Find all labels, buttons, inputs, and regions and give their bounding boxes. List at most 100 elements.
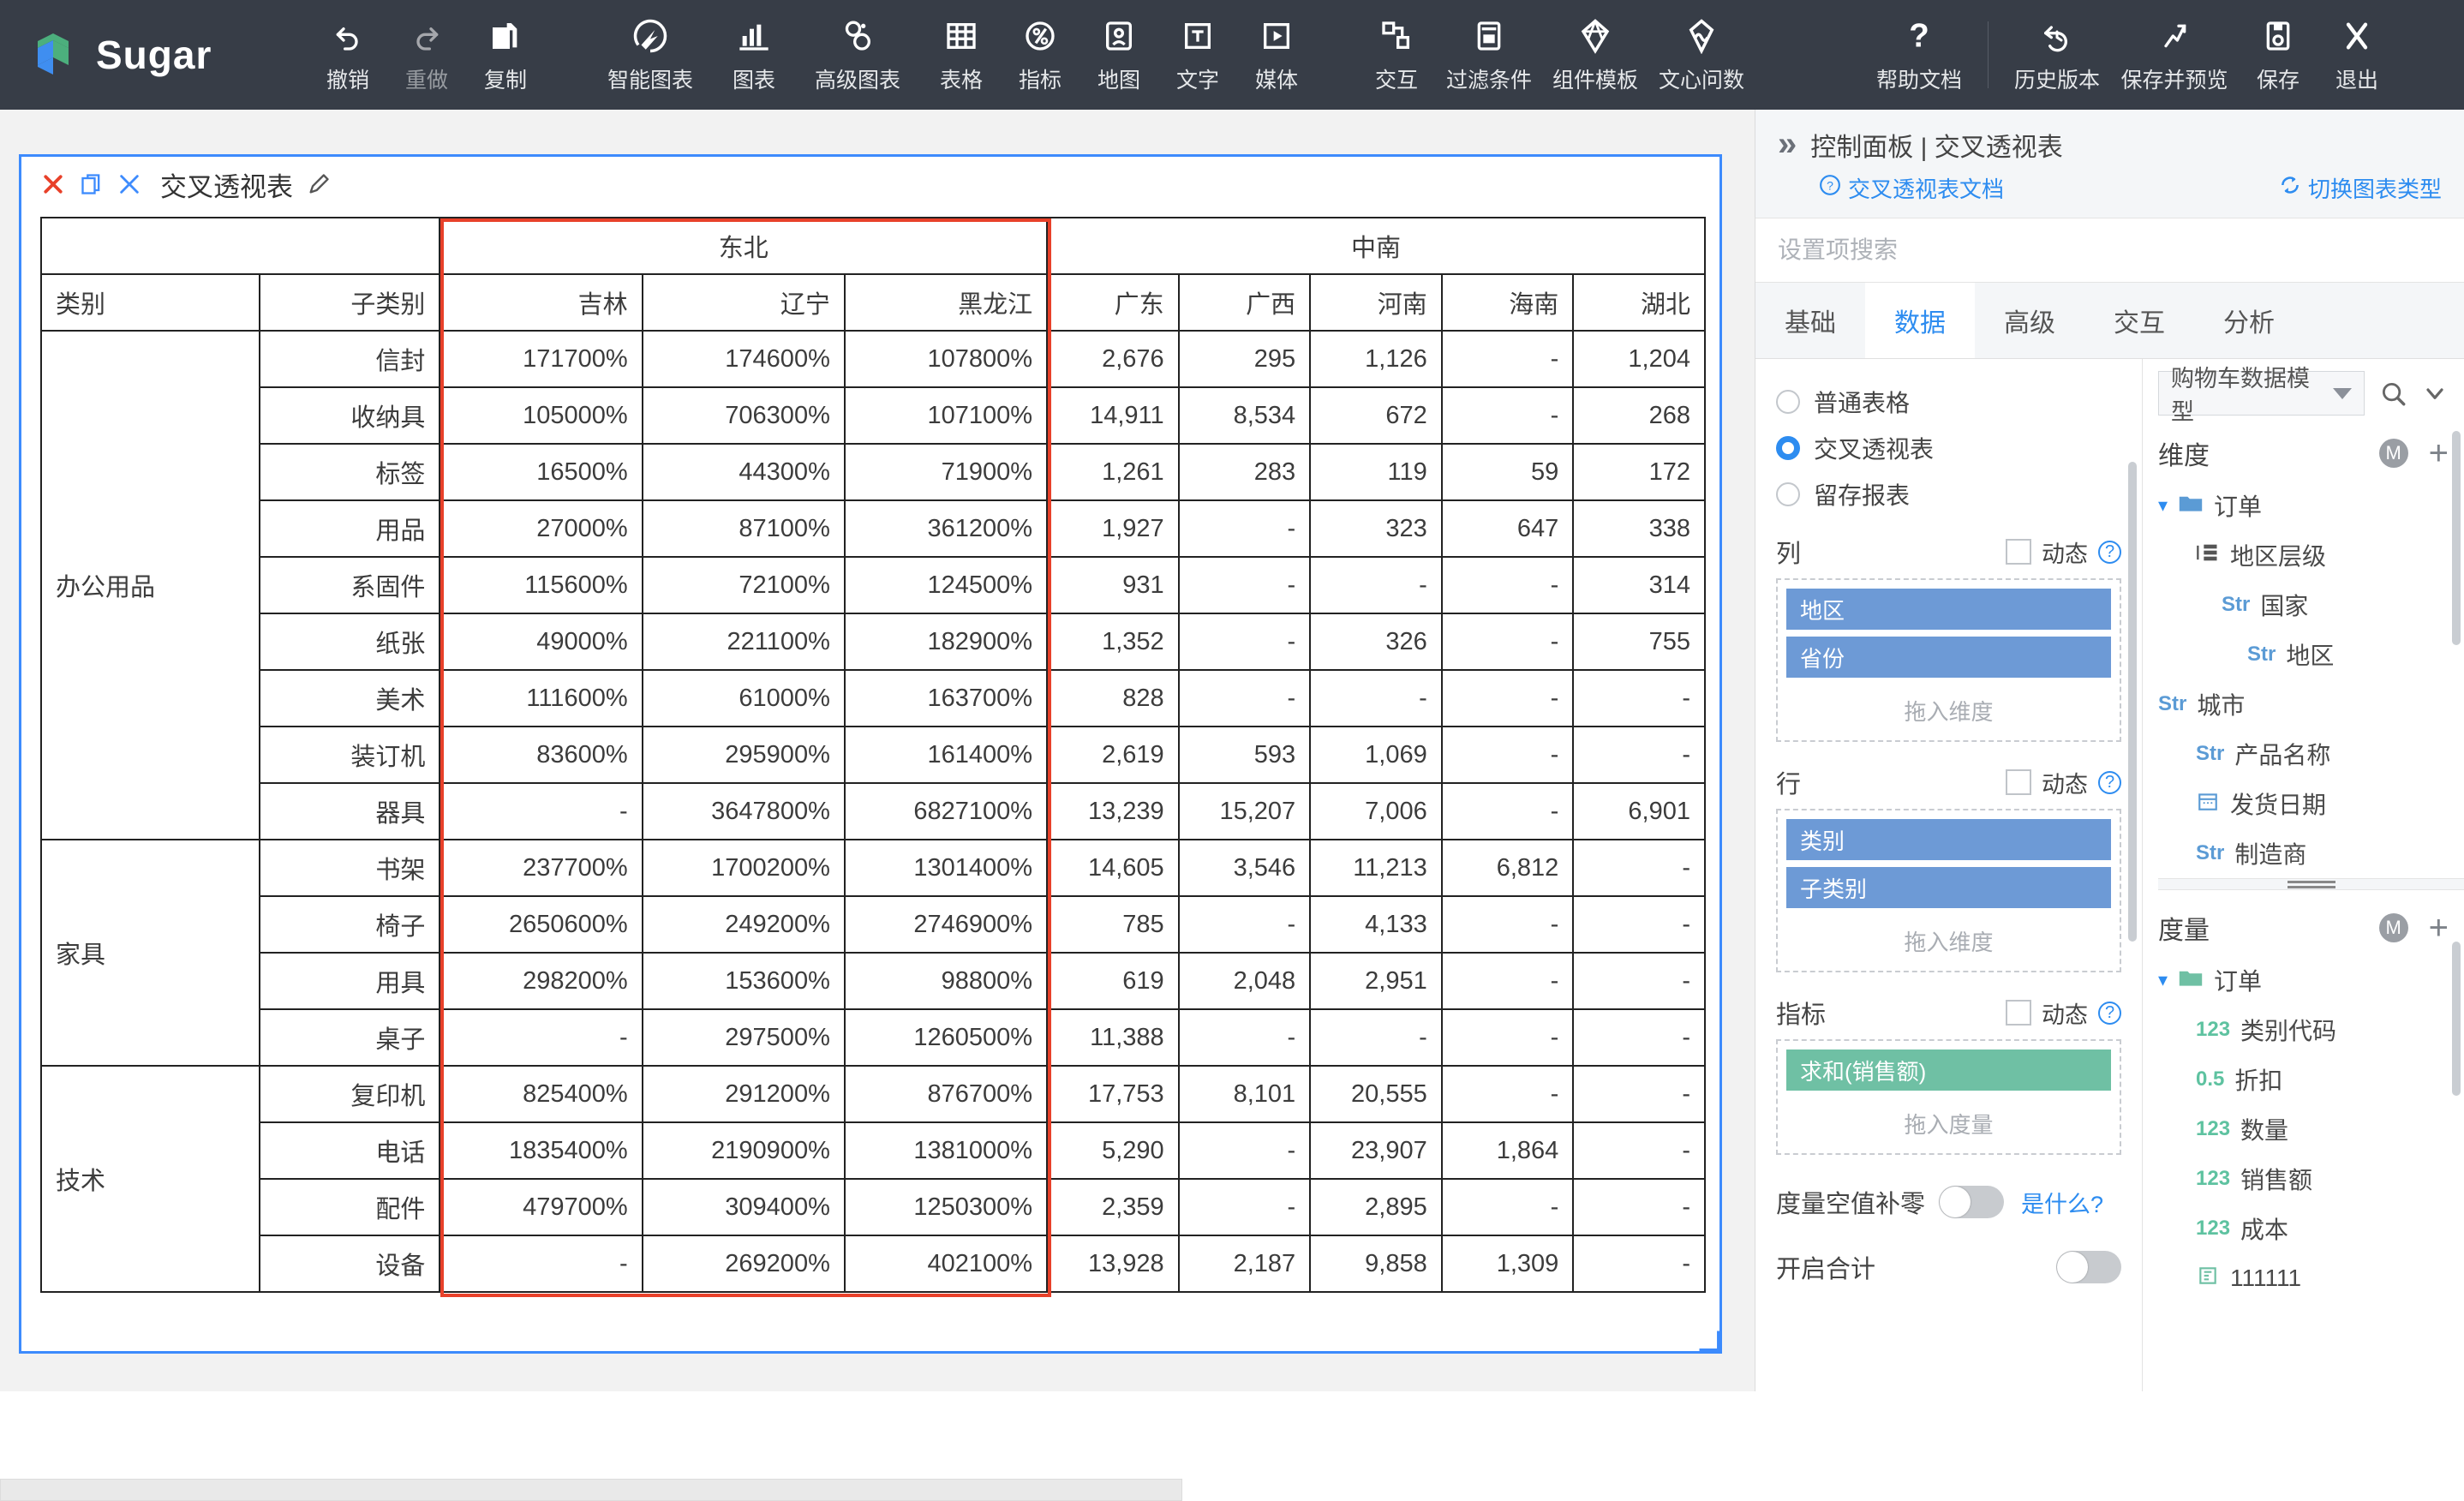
toolbar-button-map[interactable]: 地图 [1079,0,1158,110]
value-cell[interactable]: 13,239 [1046,782,1180,840]
column-group-dongbei[interactable]: 东北 [439,217,1049,275]
value-cell[interactable]: 163700% [843,669,1049,727]
subcategory-cell[interactable]: 用具 [259,952,441,1010]
value-cell[interactable]: - [1572,1235,1706,1293]
value-cell[interactable]: 71900% [843,443,1049,501]
add-dimension-icon[interactable]: + [2429,436,2449,470]
subcategory-cell[interactable]: 纸张 [259,613,441,671]
value-cell[interactable]: 172 [1572,443,1706,501]
panel-splitter[interactable] [2158,878,2464,890]
value-cell[interactable]: 297500% [641,1008,846,1067]
field-pill-0[interactable]: 类别 [1786,819,2111,860]
subcategory-cell[interactable]: 复印机 [259,1065,441,1123]
field-pill-0[interactable]: 求和(销售额) [1786,1050,2111,1091]
value-cell[interactable]: - [439,1008,643,1067]
value-cell[interactable]: - [1440,1065,1575,1123]
subcategory-cell[interactable]: 信封 [259,330,441,388]
value-cell[interactable]: 361200% [843,499,1049,558]
value-cell[interactable]: 6827100% [843,782,1049,840]
table-row[interactable]: 装订机 83600% 295900% 161400% 2,619 593 1,069- - [41,726,1706,784]
col-header-hubei[interactable]: 湖北 [1572,273,1706,332]
pivot-widget[interactable]: 交叉透视表 东北 中南 类别 子类别 吉林 辽宁 黑龙江 广东 广西 河南 海南… [19,154,1722,1354]
value-cell[interactable]: - [1440,669,1575,727]
tab-0[interactable]: 基础 [1755,283,1865,358]
toolbar-button-chart[interactable]: 图表 [715,0,793,110]
settings-scrollbar[interactable] [2128,462,2137,942]
toolbar-button-copy[interactable]: 复制 [466,0,545,110]
zero-fill-toggle[interactable] [1939,1186,2005,1218]
shelf-dropzone-1[interactable]: 类别 子类别 拖入维度 [1776,809,2121,972]
data-model-select[interactable]: 购物车数据模型 [2158,366,2365,425]
chevron-down-icon[interactable]: ▾ [2158,494,2168,517]
value-cell[interactable]: 171700% [439,330,643,388]
value-cell[interactable]: 174600% [641,330,846,388]
value-cell[interactable]: - [1572,726,1706,784]
table-row[interactable]: 系固件 115600% 72100% 124500% 931- - -314 [41,556,1706,614]
edit-pencil-icon[interactable] [307,172,331,196]
value-cell[interactable]: - [1440,726,1575,784]
value-cell[interactable]: 14,911 [1046,386,1180,445]
field-item-2[interactable]: 0.5 折扣 [2158,1055,2464,1104]
pivot-table[interactable]: 东北 中南 类别 子类别 吉林 辽宁 黑龙江 广东 广西 河南 海南 湖北 办公… [39,217,1706,1293]
col-header-henan[interactable]: 河南 [1309,273,1443,332]
value-cell[interactable]: 61000% [641,669,846,727]
value-cell[interactable]: 2,951 [1309,952,1443,1010]
value-cell[interactable]: - [1440,556,1575,614]
category-cell[interactable]: 办公用品 [39,330,261,840]
value-cell[interactable]: 237700% [439,839,643,897]
value-cell[interactable]: 295 [1177,330,1312,388]
dynamic-checkbox[interactable] [2006,539,2031,565]
search-icon[interactable] [2378,379,2407,408]
value-cell[interactable]: 13,928 [1046,1235,1180,1293]
toolbar-button-metric[interactable]: 指标 [1001,0,1079,110]
value-cell[interactable]: 2,187 [1177,1235,1312,1293]
value-cell[interactable]: - [1177,1178,1312,1236]
tab-4[interactable]: 分析 [2194,283,2304,358]
table-type-option-0[interactable]: 普通表格 [1776,385,2121,419]
field-item-1[interactable]: 地区层级 [2158,530,2464,580]
toolbar-button-table[interactable]: 表格 [922,0,1001,110]
tab-2[interactable]: 高级 [1975,283,2084,358]
table-row[interactable]: 配件 479700% 309400% 1250300% 2,359-2,895- - [41,1178,1706,1236]
table-row[interactable]: 用品 27000% 87100% 361200% 1,927-323 647 338 [41,499,1706,558]
value-cell[interactable]: 3,546 [1177,839,1312,897]
value-cell[interactable]: 107100% [843,386,1049,445]
value-cell[interactable]: - [1440,613,1575,671]
value-cell[interactable]: 49000% [439,613,643,671]
value-cell[interactable]: 2650600% [439,895,643,954]
value-cell[interactable]: 2,895 [1309,1178,1443,1236]
value-cell[interactable]: 828 [1046,669,1180,727]
value-cell[interactable]: 161400% [843,726,1049,784]
doc-link[interactable]: ? 交叉透视表文档 [1819,172,2004,204]
collapse-panel-icon[interactable]: » [1778,125,1797,164]
value-cell[interactable]: 269200% [641,1235,846,1293]
expand-icon[interactable] [117,172,141,196]
field-item-4[interactable]: Str 城市 [2158,679,2464,729]
value-cell[interactable]: 115600% [439,556,643,614]
table-row[interactable]: 椅子 2650600% 249200% 2746900% 785-4,133- - [41,895,1706,954]
table-row[interactable]: 收纳具 105000% 706300% 107100% 14,911 8,534 672-2… [41,386,1706,445]
field-item-2[interactable]: Str 国家 [2158,580,2464,630]
field-pill-0[interactable]: 地区 [1786,589,2111,630]
value-cell[interactable]: 107800% [843,330,1049,388]
value-cell[interactable]: 2190900% [641,1121,846,1180]
value-cell[interactable]: 153600% [641,952,846,1010]
copy-icon[interactable] [80,172,104,196]
table-row[interactable]: 用具 298200% 153600% 98800% 619 2,048 2,951- - [41,952,1706,1010]
value-cell[interactable]: 1,204 [1572,330,1706,388]
shelf-dropzone-2[interactable]: 求和(销售额) 拖入度量 [1776,1039,2121,1155]
value-cell[interactable]: 119 [1309,443,1443,501]
value-cell[interactable]: 1835400% [439,1121,643,1180]
table-row[interactable]: 标签 16500% 44300% 71900% 1,261 283 119 59 172 [41,443,1706,501]
value-cell[interactable]: 3647800% [641,782,846,840]
col-header-jilin[interactable]: 吉林 [439,273,643,332]
value-cell[interactable]: 619 [1046,952,1180,1010]
field-item-1[interactable]: 123 类别代码 [2158,1005,2464,1055]
toolbar-button-component-template[interactable]: 组件模板 [1542,0,1648,110]
value-cell[interactable]: 2,048 [1177,952,1312,1010]
column-group-zhongnan[interactable]: 中南 [1046,217,1706,275]
value-cell[interactable]: 14,605 [1046,839,1180,897]
value-cell[interactable]: 182900% [843,613,1049,671]
field-item-6[interactable]: 111111 [2158,1253,2464,1303]
value-cell[interactable]: - [439,782,643,840]
